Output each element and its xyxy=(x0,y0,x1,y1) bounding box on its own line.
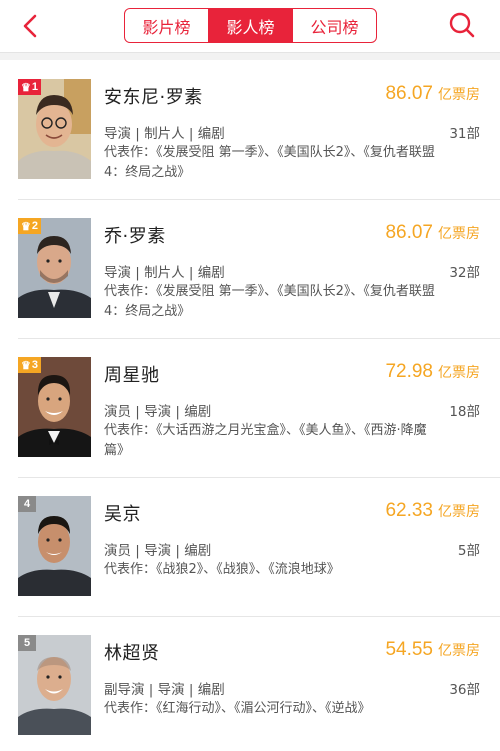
box-office-value: 62.33 xyxy=(385,500,433,521)
person-roles: 演员 | 导演 | 编剧 xyxy=(104,543,212,559)
rank-badge: 4 xyxy=(18,496,36,512)
box-office-value: 72.98 xyxy=(385,361,433,382)
person-name: 吴京 xyxy=(104,504,141,525)
film-count: 32部 xyxy=(449,265,480,281)
person-name: 林超贤 xyxy=(104,643,160,664)
crown-icon: ♛ xyxy=(21,359,31,372)
person-photo: 4 xyxy=(18,496,91,596)
person-photo: ♛ 3 xyxy=(18,357,91,457)
top-bar: 影片榜 影人榜 公司榜 xyxy=(0,0,500,52)
rank-badge: ♛ 1 xyxy=(18,79,41,95)
rank-badge: 5 xyxy=(18,635,36,651)
box-office-unit: 亿票房 xyxy=(438,643,480,659)
search-button[interactable] xyxy=(446,9,478,41)
representative-works: 代表作：《红海行动》、《湄公河行动》、《逆战》 xyxy=(104,701,371,716)
box-office-unit: 亿票房 xyxy=(438,87,480,103)
person-photo: ♛ 2 xyxy=(18,218,91,318)
box-office: 54.55 亿票房 xyxy=(385,639,480,661)
box-office-unit: 亿票房 xyxy=(438,226,480,242)
person-photo: ♛ 1 xyxy=(18,79,91,179)
list-item[interactable]: 5 林超贤 54.55 亿票房 副导演 | 导演 | 编剧 36部 代表作：《红… xyxy=(0,617,500,751)
film-count: 36部 xyxy=(449,682,480,698)
list-item[interactable]: ♛ 2 乔·罗素 86.07 亿票房 导演 | 制片人 | 编剧 32部 代表作：… xyxy=(0,200,500,339)
tab-people[interactable]: 影人榜 xyxy=(209,9,293,42)
film-count: 18部 xyxy=(449,404,480,420)
person-name: 周星驰 xyxy=(104,365,160,386)
search-icon xyxy=(449,12,475,38)
tab-movies[interactable]: 影片榜 xyxy=(125,9,209,42)
person-roles: 导演 | 制片人 | 编剧 xyxy=(104,265,225,281)
person-roles: 导演 | 制片人 | 编剧 xyxy=(104,126,225,142)
box-office: 86.07 亿票房 xyxy=(385,222,480,244)
list-item[interactable]: 4 吴京 62.33 亿票房 演员 | 导演 | 编剧 5部 代表作：《战狼2》… xyxy=(0,478,500,617)
chevron-left-icon xyxy=(23,14,37,38)
tab-companies[interactable]: 公司榜 xyxy=(293,9,376,42)
box-office: 72.98 亿票房 xyxy=(385,361,480,383)
person-name: 安东尼·罗素 xyxy=(104,87,203,108)
box-office-unit: 亿票房 xyxy=(438,504,480,520)
film-count: 5部 xyxy=(457,543,480,559)
box-office: 62.33 亿票房 xyxy=(385,500,480,522)
representative-works: 代表作：《发展受阻 第一季》、《美国队长2》、《复仇者联盟4：终局之战》 xyxy=(104,145,435,180)
ranking-tabs: 影片榜 影人榜 公司榜 xyxy=(124,8,377,43)
list-item[interactable]: ♛ 1 安东尼·罗素 86.07 亿票房 导演 | 制片人 | 编剧 31部 代表… xyxy=(0,61,500,200)
representative-works: 代表作：《大话西游之月光宝盒》、《美人鱼》、《西游·降魔篇》 xyxy=(104,423,427,458)
person-photo: 5 xyxy=(18,635,91,735)
box-office-value: 86.07 xyxy=(385,222,433,243)
box-office-unit: 亿票房 xyxy=(438,365,480,381)
rank-badge: ♛ 2 xyxy=(18,218,41,234)
box-office-value: 86.07 xyxy=(385,83,433,104)
crown-icon: ♛ xyxy=(21,220,31,233)
representative-works: 代表作：《发展受阻 第一季》、《美国队长2》、《复仇者联盟4：终局之战》 xyxy=(104,284,435,319)
person-name: 乔·罗素 xyxy=(104,226,166,247)
back-button[interactable] xyxy=(14,10,46,42)
crown-icon: ♛ xyxy=(21,81,31,94)
rank-badge: ♛ 3 xyxy=(18,357,41,373)
person-roles: 演员 | 导演 | 编剧 xyxy=(104,404,212,420)
box-office: 86.07 亿票房 xyxy=(385,83,480,105)
box-office-value: 54.55 xyxy=(385,639,433,660)
film-count: 31部 xyxy=(449,126,480,142)
representative-works: 代表作：《战狼2》、《战狼》、《流浪地球》 xyxy=(104,562,340,577)
list-item[interactable]: ♛ 3 周星驰 72.98 亿票房 演员 | 导演 | 编剧 18部 代表作：《大… xyxy=(0,339,500,478)
header-divider xyxy=(0,52,500,60)
people-ranking-list: ♛ 1 安东尼·罗素 86.07 亿票房 导演 | 制片人 | 编剧 31部 代表… xyxy=(0,61,500,751)
person-roles: 副导演 | 导演 | 编剧 xyxy=(104,682,225,698)
